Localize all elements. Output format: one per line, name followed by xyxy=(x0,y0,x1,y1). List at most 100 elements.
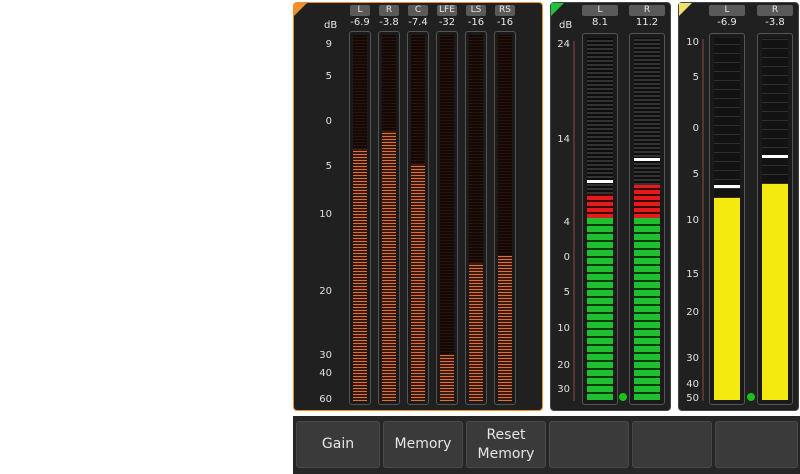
panel-3-status-indicator xyxy=(747,393,755,401)
panel-2-status-indicator xyxy=(619,393,627,401)
panel-2-scale-tick: 24 xyxy=(557,39,570,50)
panel-2-meter-green xyxy=(587,218,613,400)
gain-button[interactable]: Gain xyxy=(296,421,380,468)
panel-1-meter-bar xyxy=(407,31,429,405)
memory-button-label: Memory xyxy=(394,436,452,452)
panel-1-meter-empty xyxy=(353,35,367,149)
panel-1-meter-empty xyxy=(469,35,483,263)
panel-1-scale-tick: 20 xyxy=(319,286,332,297)
panel-3-peak-hold xyxy=(762,155,788,158)
panel-3-scale-tick: 15 xyxy=(686,269,699,280)
panel-3-channel-value: -3.8 xyxy=(765,17,785,28)
panel-1-scale-tick: 30 xyxy=(319,350,332,361)
panel-1-scale-tick: 10 xyxy=(319,209,332,220)
softkey-6-button[interactable] xyxy=(715,421,798,468)
panel-3-scale-tick: 50 xyxy=(686,393,699,404)
panel-1-channel-value: -7.4 xyxy=(408,17,428,28)
panel-1-channel-value: -6.9 xyxy=(350,17,370,28)
panel-1-meter-empty xyxy=(382,35,396,131)
panel-1-channel-value: -16 xyxy=(496,17,514,28)
panel-3-scale-tick: 40 xyxy=(686,379,699,390)
panel-2-channel-label: R xyxy=(629,5,665,16)
panel-2-scale-tick: 20 xyxy=(557,360,570,371)
panel-1-channel-label: L xyxy=(350,5,370,16)
panel-1-channel-label: LS xyxy=(466,5,486,16)
panel-1-meter-empty xyxy=(498,35,512,256)
panel-1-unit-label: dB xyxy=(324,20,338,31)
panel-1-meter-bar xyxy=(349,31,371,405)
panel-2-meter-red xyxy=(587,192,613,218)
panel-2-scale-tick: 4 xyxy=(563,217,570,228)
panel-1-scale-tick: 60 xyxy=(319,394,332,405)
panel-1-meter-fill xyxy=(469,261,483,401)
panel-1-channel-label: LFE xyxy=(437,5,457,16)
panel-1-meter-fill xyxy=(382,129,396,401)
panel-2-unit-label: dB xyxy=(559,20,573,31)
panel-3-peak-hold xyxy=(714,185,740,188)
panel-3-channel-label: R xyxy=(757,5,793,16)
panel-2-channel-value: 8.1 xyxy=(592,17,608,28)
panel-3-meter-bar xyxy=(709,33,745,405)
panel-3-meter-fill xyxy=(762,182,788,400)
panel-2-meter-bar xyxy=(582,33,618,405)
panel-3-meter-empty xyxy=(714,38,740,198)
panel-3-scale-tick: 10 xyxy=(686,37,699,48)
softkey-4-button[interactable] xyxy=(549,421,629,468)
panel-1-scale-tick: 5 xyxy=(325,161,332,172)
panel-2-peak-hold xyxy=(587,180,613,183)
panel-3-channel-value: -6.9 xyxy=(717,17,737,28)
reset-memory-button-label: Reset Memory xyxy=(477,426,535,462)
panel-2-scale-rail xyxy=(573,41,575,401)
panel-3-scale-tick: 5 xyxy=(692,169,699,180)
panel-3-scale-tick: 10 xyxy=(686,215,699,226)
panel-1-scale-tick: 40 xyxy=(319,368,332,379)
loudness-meter-panel-2: dB 24 14 4 0 5 10 20 30 L 8.1 R 11.2 xyxy=(550,2,671,411)
panel-2-corner-marker xyxy=(551,3,564,16)
panel-3-channel-label: L xyxy=(709,5,745,16)
panel-1-channel-value: -32 xyxy=(438,17,456,28)
panel-2-scale-tick: 14 xyxy=(557,134,570,145)
panel-2-channel-label: L xyxy=(582,5,618,16)
panel-1-channel-label: C xyxy=(408,5,428,16)
panel-1-meter-bar xyxy=(436,31,458,405)
panel-1-meter-fill xyxy=(498,254,512,401)
panel-2-scale-tick: 0 xyxy=(563,252,570,263)
panel-1-meter-fill xyxy=(440,353,454,401)
panel-1-meter-bar xyxy=(378,31,400,405)
panel-3-meter-fill xyxy=(714,196,740,400)
memory-button[interactable]: Memory xyxy=(383,421,463,468)
panel-1-meter-empty xyxy=(440,35,454,355)
panel-2-meter-bar xyxy=(629,33,665,405)
panel-1-meter-bar xyxy=(465,31,487,405)
gain-button-label: Gain xyxy=(321,436,355,452)
panel-2-meter-empty xyxy=(587,38,613,194)
panel-3-scale-tick: 20 xyxy=(686,307,699,318)
panel-1-scale-tick: 9 xyxy=(325,39,332,50)
panel-2-meter-green xyxy=(634,218,660,400)
panel-2-channel-value: 11.2 xyxy=(635,17,659,28)
panel-3-meter-empty xyxy=(762,38,788,184)
loudness-meter-panel-1: dB 9 5 0 5 10 20 30 40 60 L -6.9 R -3.8 C -7.4 LFE -32 L… xyxy=(293,2,543,411)
panel-1-scale-tick: 5 xyxy=(325,71,332,82)
reset-memory-button[interactable]: Reset Memory xyxy=(466,421,546,468)
panel-1-meter-fill xyxy=(353,147,367,401)
panel-1-channel-value: -16 xyxy=(467,17,485,28)
panel-2-scale-tick: 30 xyxy=(557,384,570,395)
panel-1-channel-value: -3.8 xyxy=(379,17,399,28)
panel-1-meter-fill xyxy=(411,162,425,401)
panel-3-corner-marker xyxy=(679,3,692,16)
softkey-5-button[interactable] xyxy=(632,421,712,468)
panel-2-scale-tick: 5 xyxy=(563,287,570,298)
panel-1-meter-empty xyxy=(411,35,425,164)
panel-3-scale-tick: 0 xyxy=(692,123,699,134)
panel-2-peak-hold xyxy=(634,158,660,161)
panel-3-scale-tick: 30 xyxy=(686,353,699,364)
loudness-meter-panel-3: 10 5 0 5 10 15 20 30 40 50 L -6.9 R -3.8 xyxy=(678,2,799,411)
panel-1-channel-label: RS xyxy=(495,5,515,16)
panel-2-meter-red xyxy=(634,183,660,218)
panel-2-meter-empty xyxy=(634,38,660,185)
panel-1-meter-bar xyxy=(494,31,516,405)
panel-3-meter-bar xyxy=(757,33,793,405)
panel-1-corner-marker xyxy=(294,3,307,16)
panel-1-scale-tick: 0 xyxy=(325,116,332,127)
